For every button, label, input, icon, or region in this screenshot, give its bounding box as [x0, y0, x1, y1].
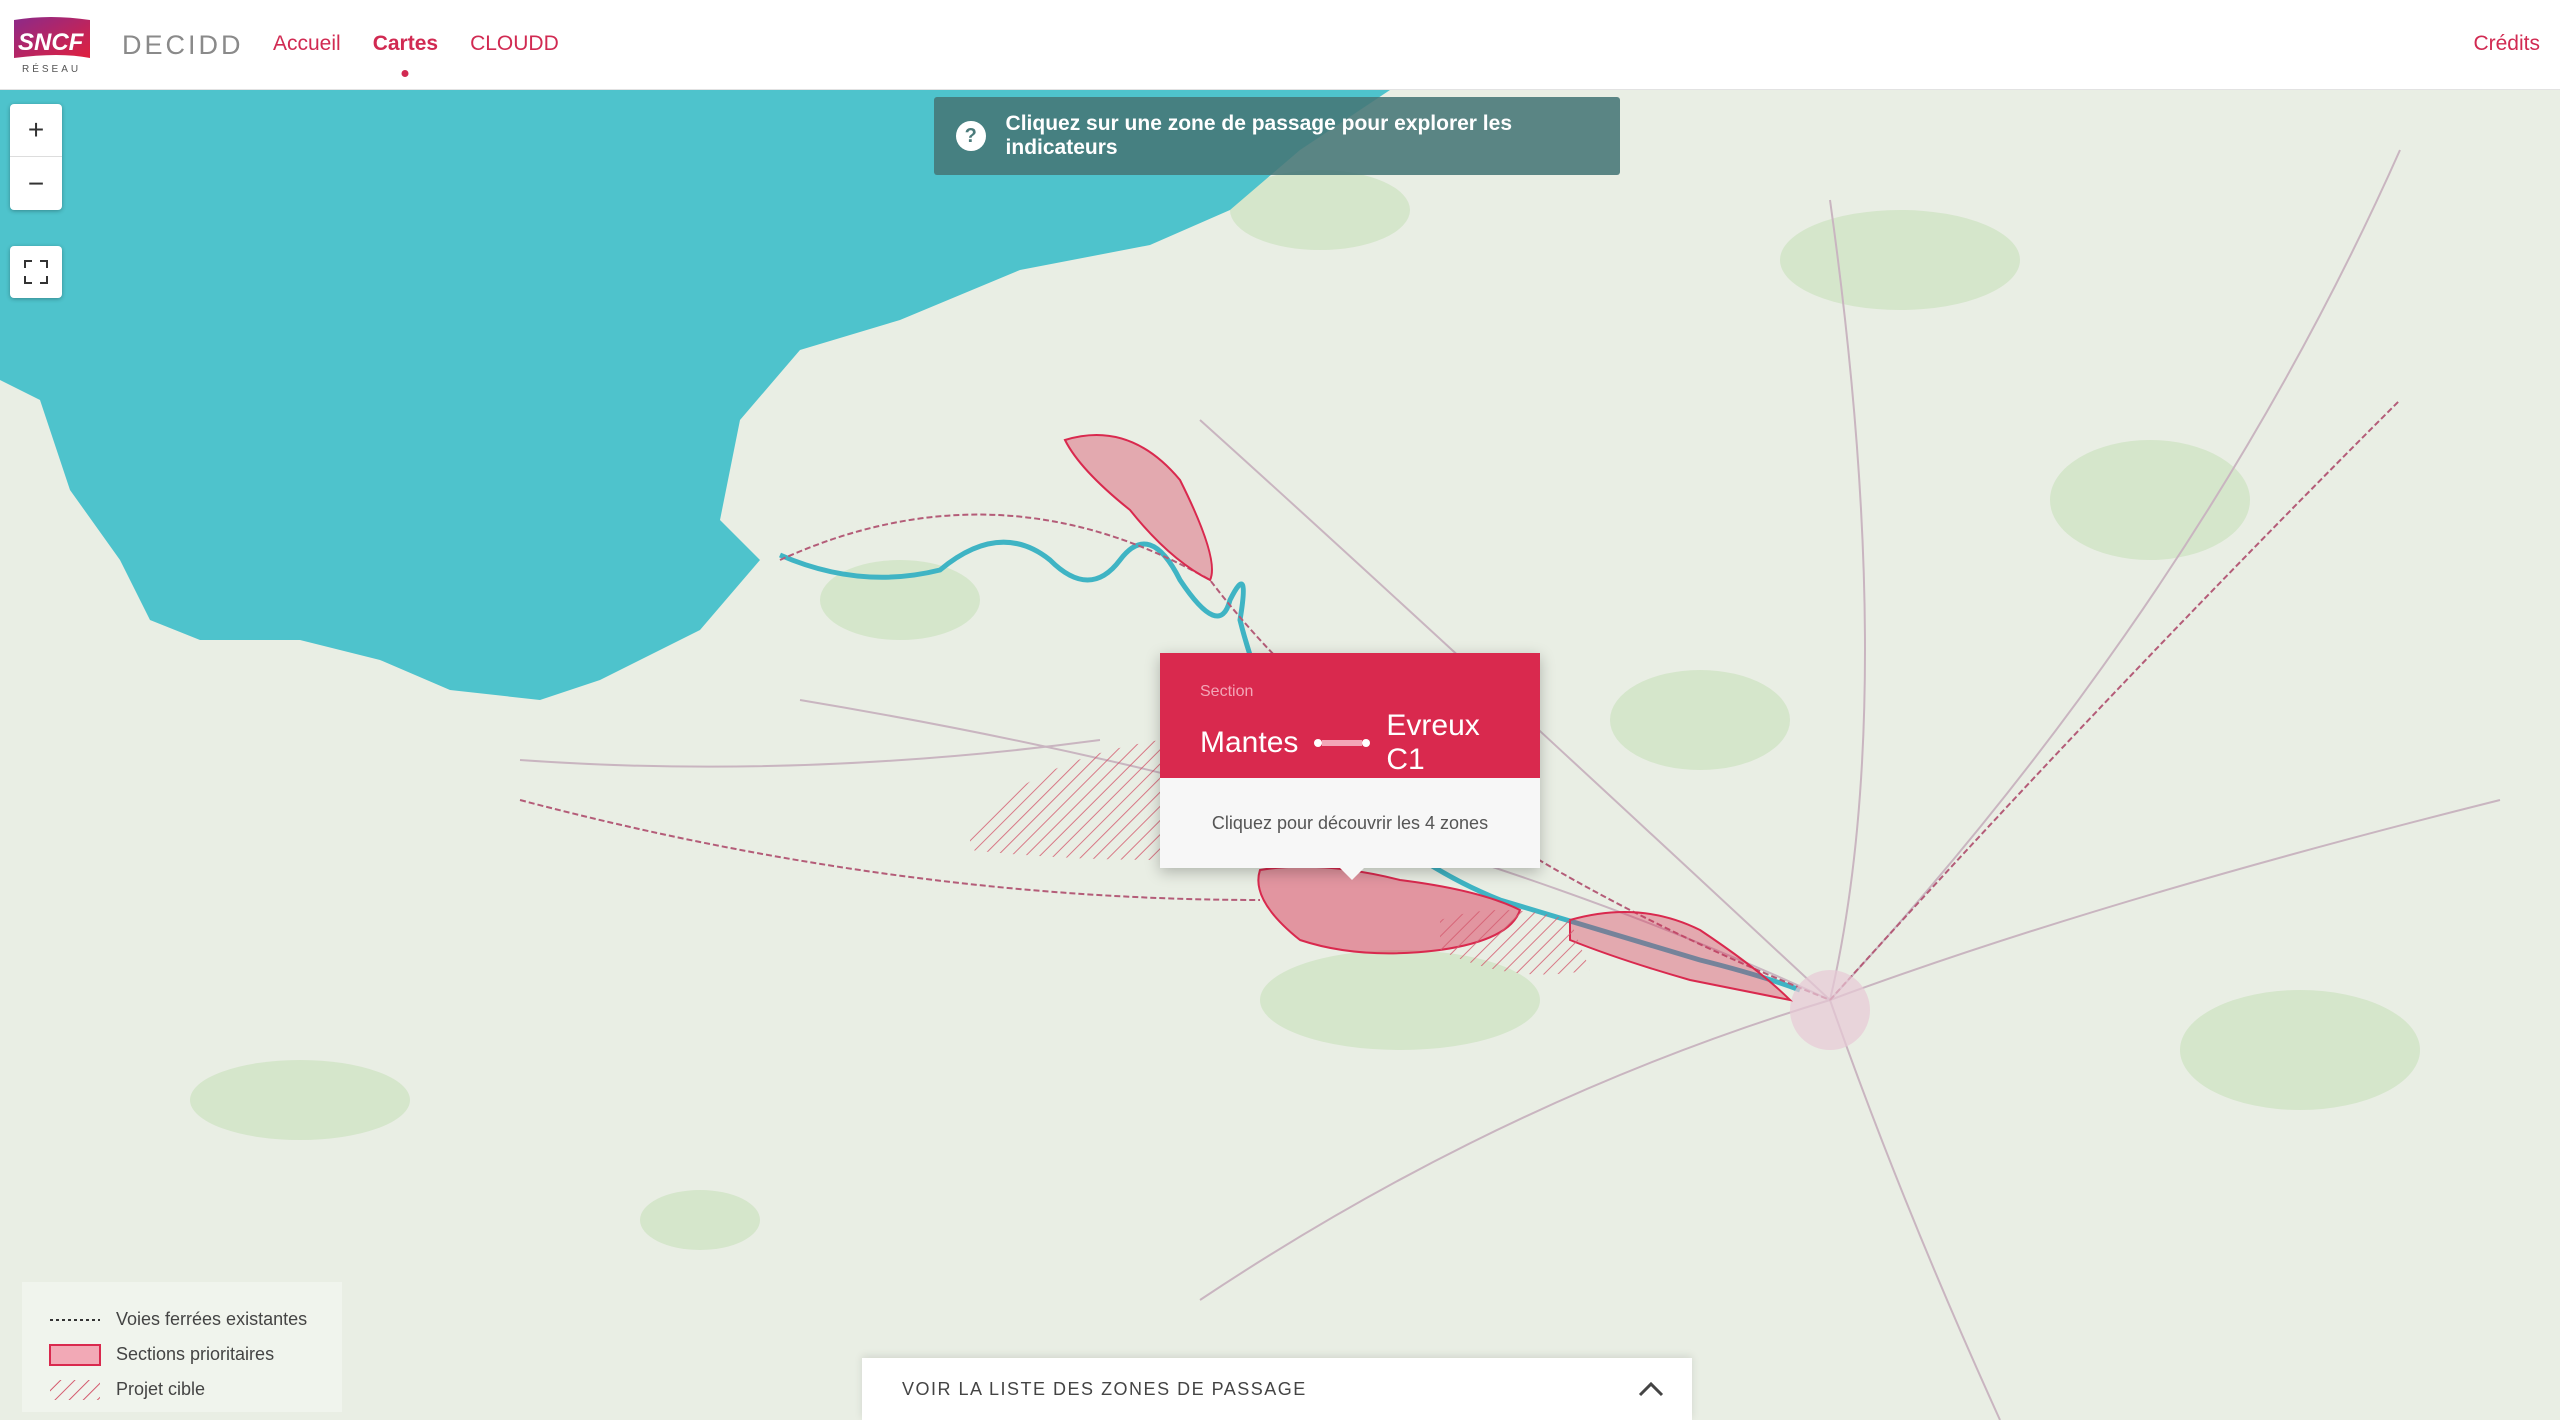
zoom-in-button[interactable]: +	[10, 104, 62, 157]
help-icon: ?	[956, 121, 986, 151]
info-banner-text: Cliquez sur une zone de passage pour exp…	[1005, 112, 1513, 159]
popup-header: Section Mantes Evreux C1	[1160, 653, 1540, 778]
fullscreen-icon	[24, 260, 48, 284]
map-legend: Voies ferrées existantes Sections priori…	[22, 1282, 342, 1412]
route-origin: Mantes	[1200, 726, 1299, 759]
top-header: SNCF RÉSEAU DECIDD Accueil Cartes CLOUDD…	[0, 0, 2560, 90]
info-banner: ? Cliquez sur une zone de passage pour e…	[934, 97, 1620, 175]
zone-list-label: VOIR LA LISTE DES ZONES DE PASSAGE	[902, 1378, 1307, 1399]
credits-link[interactable]: Crédits	[2473, 32, 2540, 56]
zoom-control: + −	[10, 104, 62, 210]
nav-item-cartes-label: Cartes	[372, 32, 439, 55]
legend-label: Voies ferrées existantes	[116, 1309, 308, 1329]
legend-label: Projet cible	[116, 1379, 206, 1399]
svg-text:RÉSEAU: RÉSEAU	[22, 62, 81, 75]
zoom-out-button[interactable]: −	[10, 157, 62, 210]
discover-zones-link[interactable]: Cliquez pour découvrir les 4 zones	[1160, 778, 1540, 868]
dotted-line-icon	[50, 1318, 100, 1321]
hatched-swatch-icon	[50, 1379, 100, 1400]
route-line-icon	[1314, 739, 1371, 747]
legend-item-target: Projet cible	[48, 1372, 316, 1407]
active-indicator-dot	[401, 70, 409, 77]
chevron-up-icon	[1638, 1381, 1664, 1397]
sncf-reseau-logo[interactable]: SNCF RÉSEAU	[10, 14, 96, 76]
nav-item-cloudd[interactable]: CLOUDD	[470, 32, 559, 56]
nav-item-accueil[interactable]: Accueil	[273, 32, 341, 56]
route-destination: Evreux C1	[1386, 709, 1480, 776]
svg-text:SNCF: SNCF	[18, 29, 85, 56]
section-popup[interactable]: Section Mantes Evreux C1 Cliquez pour dé…	[1160, 653, 1540, 880]
legend-label: Sections prioritaires	[116, 1344, 275, 1364]
popup-route: Mantes Evreux C1	[1200, 709, 1518, 777]
popup-section-label: Section	[1200, 683, 1254, 700]
app-name: DECIDD	[122, 30, 244, 60]
zone-list-toggle[interactable]: VOIR LA LISTE DES ZONES DE PASSAGE	[862, 1358, 1692, 1420]
paris-urban-area	[1790, 970, 1870, 1050]
legend-item-priority: Sections prioritaires	[48, 1337, 316, 1372]
priority-swatch-icon	[49, 1343, 101, 1366]
popup-pointer	[1340, 868, 1364, 880]
nav-item-cartes[interactable]: Cartes	[372, 32, 439, 77]
legend-item-railways: Voies ferrées existantes	[48, 1302, 316, 1337]
main-nav: Accueil Cartes CLOUDD	[273, 32, 591, 77]
fullscreen-button[interactable]	[10, 246, 62, 298]
